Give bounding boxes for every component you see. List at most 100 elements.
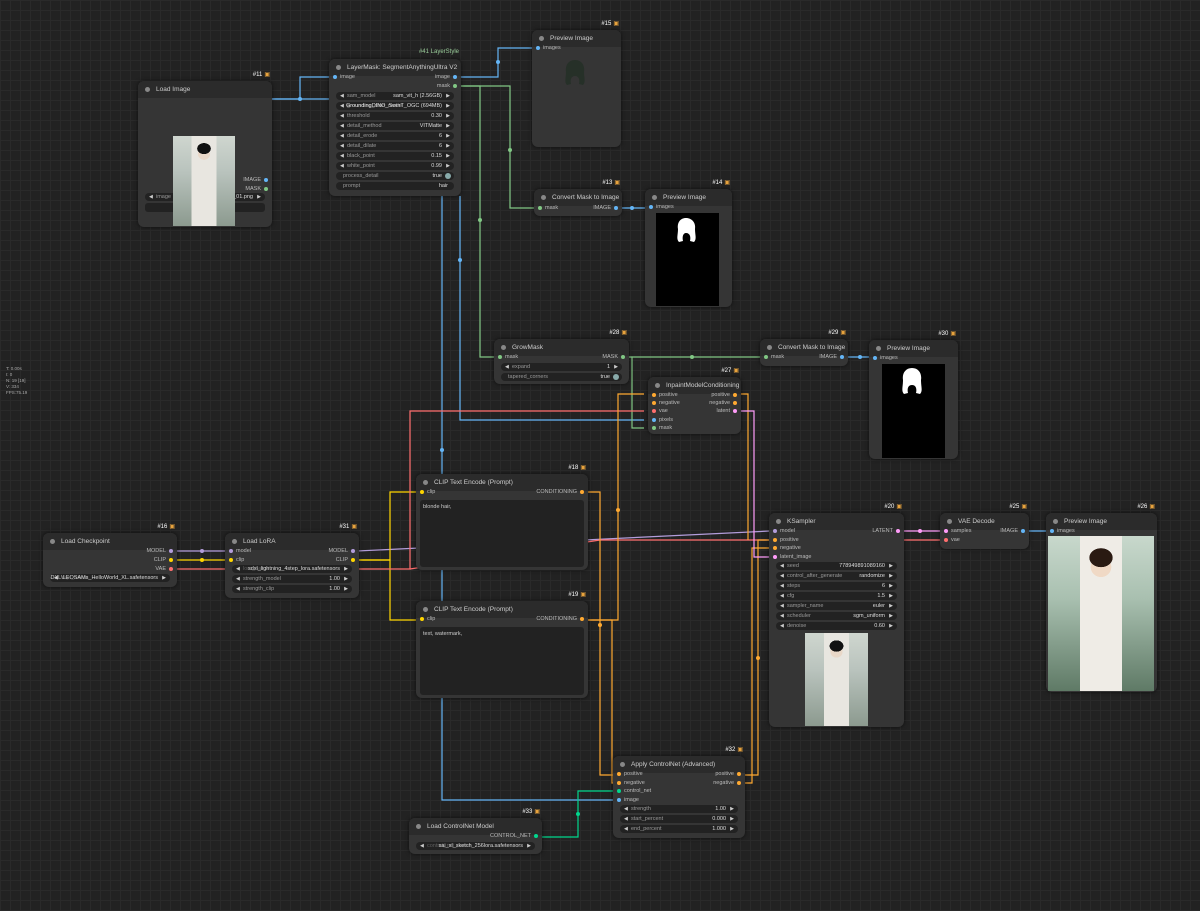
node-vae-decode[interactable]: #25 ▣ VAE Decode samples vae IMAGE [940,504,1029,549]
link-clip [357,491,418,561]
output-latent[interactable]: LATENT [872,527,900,535]
strength-model-field[interactable]: ◀ strength_model 1.00 ▶ [232,575,352,583]
input-pixels[interactable]: pixels [652,416,673,424]
input-clip[interactable]: clip [420,488,435,496]
input-mask[interactable]: mask [498,353,518,361]
node-inpaint-conditioning[interactable]: #27 ▣ InpaintModelConditioning positive n… [648,368,741,434]
cfg-field[interactable]: ◀ cfg 1.5 ▶ [776,592,897,600]
input-positive[interactable]: positive [617,770,643,778]
control-net-name-select[interactable]: ◀ control_net_name sai_xl_sketch_256lora.s… [416,842,535,850]
scheduler-select[interactable]: ◀ scheduler sgm_uniform ▶ [776,612,897,620]
node-preview-14[interactable]: #14 ▣ Preview Image images [645,180,732,307]
input-images[interactable]: images [873,354,898,362]
node-growmask[interactable]: #28 ▣ GrowMask mask MASK ◀ expand 1 ▶ tapere… [494,330,629,384]
node-preview-30[interactable]: #30 ▣ Preview Image images [869,331,958,459]
input-images[interactable]: images [649,203,674,211]
node-convert-mask-29[interactable]: #29 ▣ Convert Mask to Image mask IMAGE [760,330,848,366]
node-segment-anything[interactable]: #41 LayerStyle LayerMask: SegmentAnythin… [329,49,461,196]
detail-dilate-field[interactable]: ◀ detail_dilate 6 ▶ [336,142,454,150]
node-clip-encode-19[interactable]: #19 ▣ CLIP Text Encode (Prompt) clip COND… [416,592,588,698]
input-clip[interactable]: clip [420,615,435,623]
input-positive[interactable]: positive [773,536,799,544]
input-images[interactable]: images [1050,527,1075,535]
expand-field[interactable]: ◀ expand 1 ▶ [501,363,622,371]
denoise-field[interactable]: ◀ denoise 0.60 ▶ [776,622,897,630]
black-point-field[interactable]: ◀ black_point 0.15 ▶ [336,152,454,160]
steps-field[interactable]: ◀ steps 6 ▶ [776,582,897,590]
lora-name-select[interactable]: ◀ lora_name sdxl_lightning_4step_lora.safe… [232,565,352,573]
node-load-lora[interactable]: #31 ▣ Load LoRA model clip MODEL CLIP ◀ lo… [225,524,359,598]
start-percent-field[interactable]: ◀ start_percent 0.000 ▶ [620,815,738,823]
output-conditioning[interactable]: CONDITIONING [536,615,584,623]
process-detail-toggle[interactable]: process_detail true [336,172,454,180]
output-image[interactable]: IMAGE [819,353,844,361]
input-images[interactable]: images [536,44,561,52]
node-ksampler[interactable]: #20 ▣ KSampler model positive negative la… [769,504,904,727]
node-load-checkpoint[interactable]: #16 ▣ Load Checkpoint MODEL CLIP VAE ◀ ckp… [43,524,177,587]
end-percent-field[interactable]: ◀ end_percent 1.000 ▶ [620,825,738,833]
node-title[interactable]: Load Image [138,81,272,98]
prompt-textarea[interactable]: blonde hair, [420,500,584,567]
sam-model-select[interactable]: ◀ sam_model sam_vit_h (2.56GB) ▶ [336,92,454,100]
detail-erode-field[interactable]: ◀ detail_erode 6 ▶ [336,132,454,140]
input-mask[interactable]: mask [538,204,558,212]
sampler-name-select[interactable]: ◀ sampler_name euler ▶ [776,602,897,610]
input-negative[interactable]: negative [652,399,680,407]
output-image[interactable]: image [435,73,457,81]
link-mask [458,85,537,209]
input-mask[interactable]: mask [764,353,784,361]
output-image[interactable]: IMAGE [243,176,268,184]
output-control-net[interactable]: CONTROL_NET [490,832,538,840]
output-clip[interactable]: CLIP [336,556,355,564]
output-mask[interactable]: MASK [245,185,268,193]
input-positive[interactable]: positive [652,391,678,399]
output-positive[interactable]: positive [715,770,741,778]
control-after-generate-select[interactable]: ◀ control_after_generate randomize ▶ [776,572,897,580]
detail-method-select[interactable]: ◀ detail_method VITMatte ▶ [336,122,454,130]
tapered-corners-toggle[interactable]: tapered_corners true [501,373,622,381]
node-apply-controlnet[interactable]: #32 ▣ Apply ControlNet (Advanced) positiv… [613,747,745,838]
output-negative[interactable]: negative [713,779,741,787]
input-image[interactable]: image [333,73,355,81]
input-clip[interactable]: clip [229,556,244,564]
input-image[interactable]: image [617,796,639,804]
input-latent-image[interactable]: latent_image [773,553,812,561]
node-load-controlnet[interactable]: #33 ▣ Load ControlNet Model CONTROL_NET ◀… [409,809,542,854]
output-mask[interactable]: mask [437,82,457,90]
node-load-image[interactable]: #11▣ Load Image IMAGE MASK ◀imagetakase_… [138,72,272,227]
node-preview-26[interactable]: #26 ▣ Preview Image images [1046,504,1157,692]
seed-field[interactable]: ◀ seed 778949891089160 ▶ [776,562,897,570]
output-image[interactable]: IMAGE [1000,527,1025,535]
input-vae[interactable]: vae [944,536,960,544]
output-latent[interactable]: latent [717,407,737,415]
white-point-field[interactable]: ◀ white_point 0.99 ▶ [336,162,454,170]
output-model[interactable]: MODEL [146,547,173,555]
output-negative[interactable]: negative [709,399,737,407]
input-negative[interactable]: negative [617,779,645,787]
input-samples[interactable]: samples [944,527,971,535]
prompt-field[interactable]: prompt hair [336,182,454,190]
input-model[interactable]: model [229,547,251,555]
input-vae[interactable]: vae [652,407,668,415]
output-conditioning[interactable]: CONDITIONING [536,488,584,496]
grounding-dino-select[interactable]: ◀ grounding_dino_model GroundingDINO_SwinT… [336,102,454,110]
output-positive[interactable]: positive [711,391,737,399]
strength-field[interactable]: ◀ strength 1.00 ▶ [620,805,738,813]
threshold-field[interactable]: ◀ threshold 0.30 ▶ [336,112,454,120]
output-model[interactable]: MODEL [328,547,355,555]
node-preview-15[interactable]: #15 ▣ Preview Image images [532,21,621,147]
output-mask[interactable]: MASK [602,353,625,361]
input-negative[interactable]: negative [773,544,801,552]
output-vae[interactable]: VAE [155,565,173,573]
strength-clip-field[interactable]: ◀ strength_clip 1.00 ▶ [232,585,352,593]
output-image[interactable]: IMAGE [593,204,618,212]
ckpt-name-select[interactable]: ◀ ckpt_name SDXL\LEOSAMs_HelloWorld_XL.saf… [50,574,170,582]
input-model[interactable]: model [773,527,795,535]
node-convert-mask-13[interactable]: #13 ▣ Convert Mask to Image mask IMAGE [534,180,622,216]
output-clip[interactable]: CLIP [154,556,173,564]
node-id: #19 ▣ [568,592,586,598]
prompt-textarea[interactable]: text, watermark, [420,627,584,695]
input-mask[interactable]: mask [652,424,672,432]
node-clip-encode-18[interactable]: #18 ▣ CLIP Text Encode (Prompt) clip COND… [416,465,588,570]
input-control-net[interactable]: control_net [617,787,651,795]
